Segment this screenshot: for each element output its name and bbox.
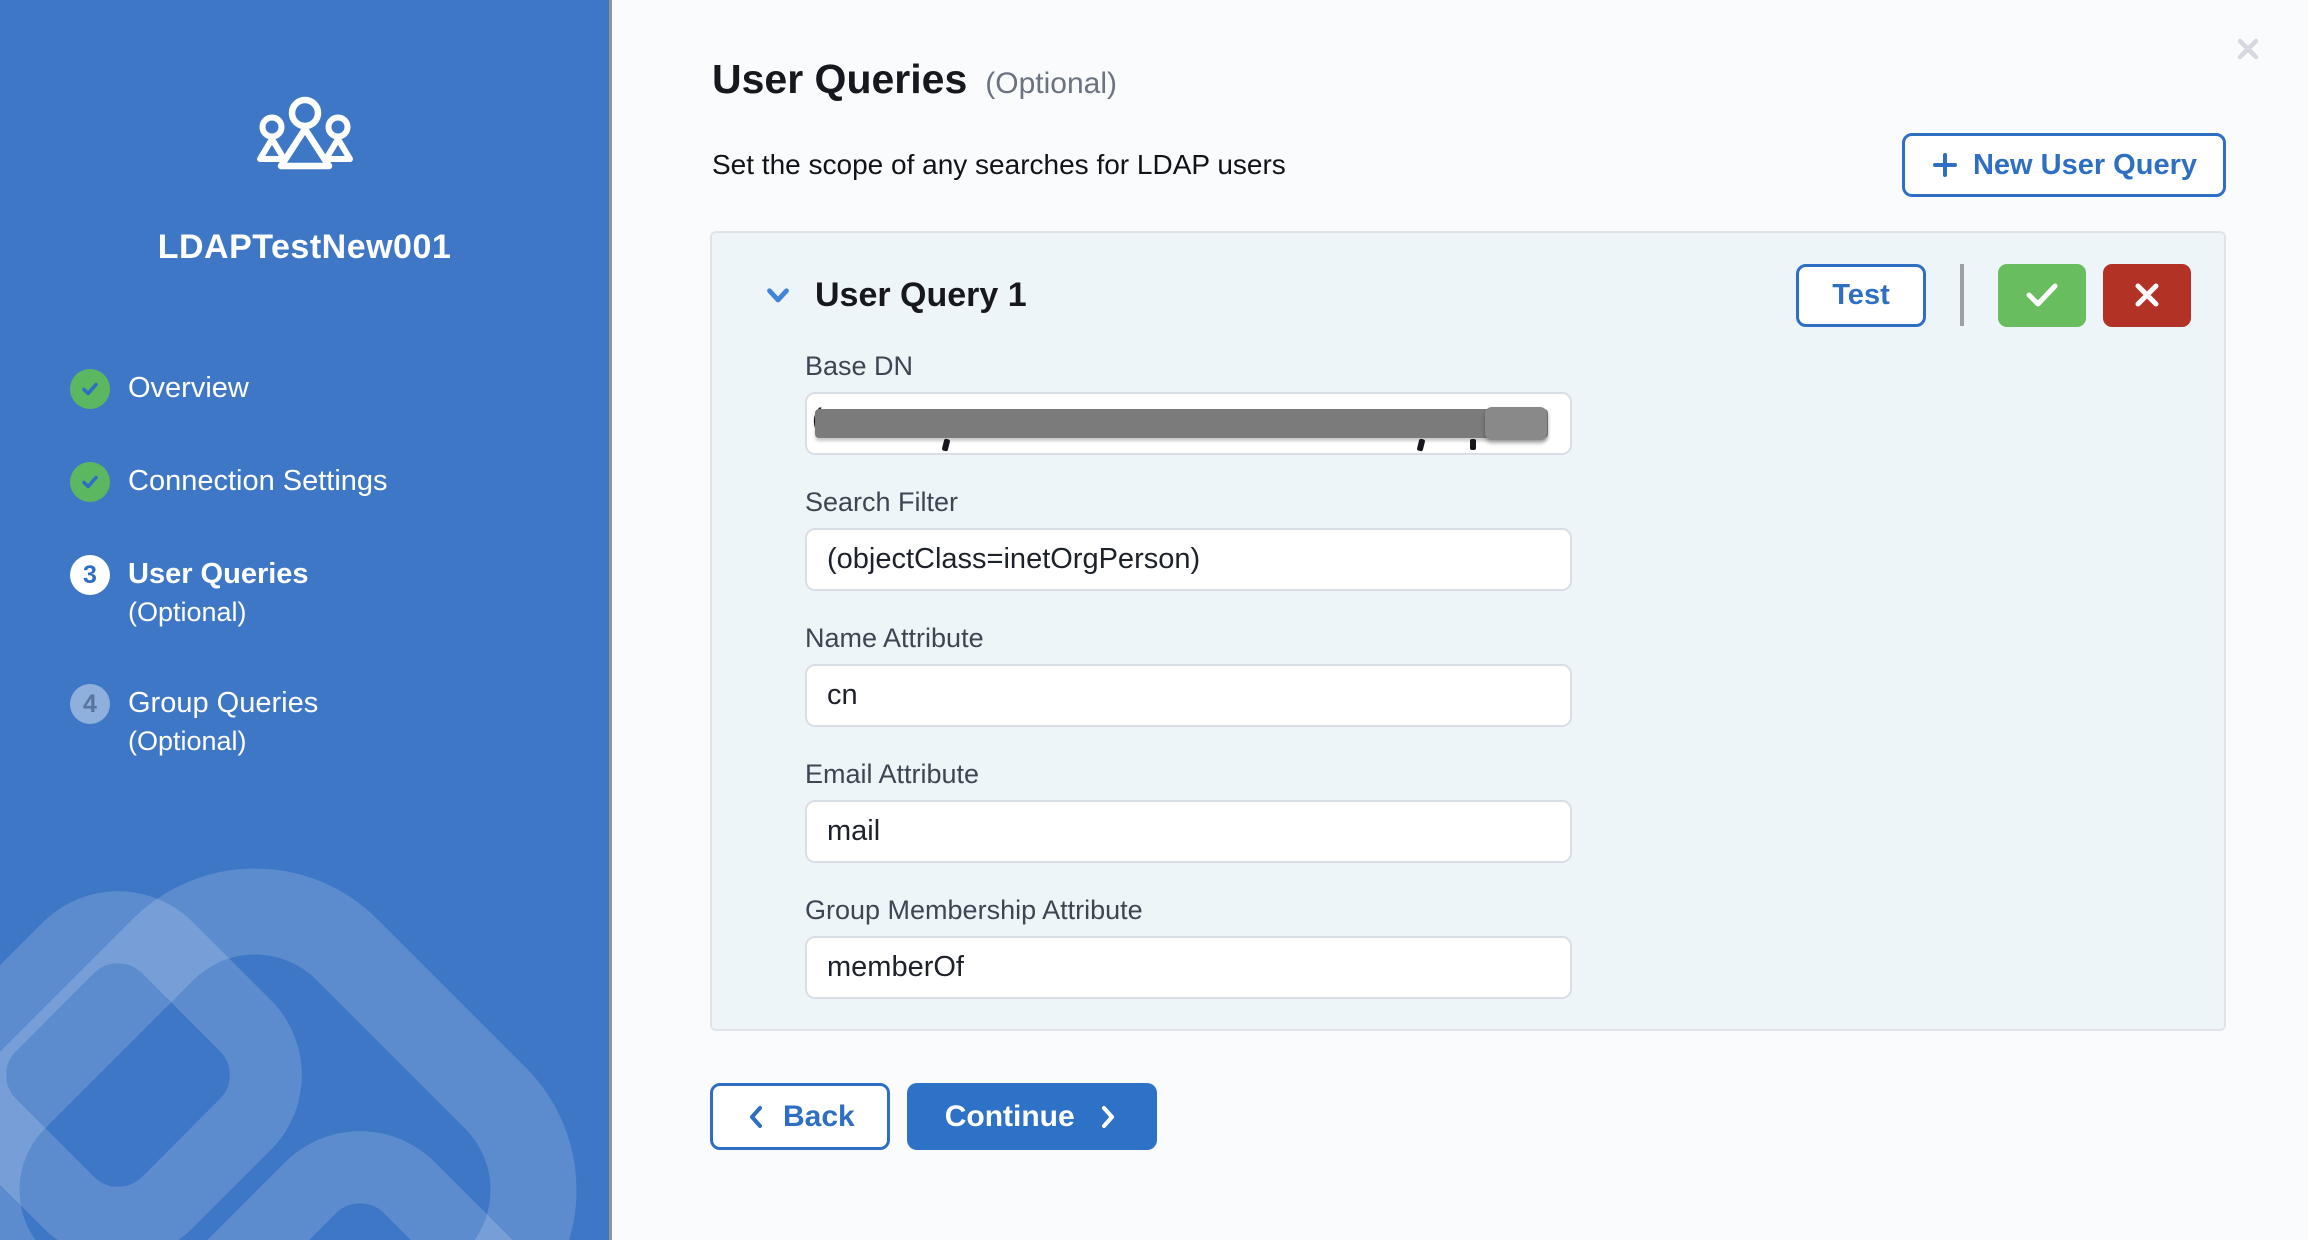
name-attribute-label: Name Attribute	[805, 623, 1572, 654]
close-icon	[2233, 34, 2263, 64]
user-query-title: User Query 1	[815, 276, 1027, 315]
chevron-right-icon	[1097, 1104, 1119, 1130]
step-sublabel: (Optional)	[128, 594, 309, 631]
delete-query-button[interactable]	[2103, 264, 2191, 327]
back-button[interactable]: Back	[710, 1083, 890, 1150]
wizard-sidebar: LDAPTestNew001 Overview Connection Setti…	[0, 0, 612, 1240]
check-icon	[2023, 280, 2061, 310]
brand-watermark	[0, 810, 612, 1240]
test-query-button[interactable]: Test	[1796, 264, 1926, 327]
step-sublabel: (Optional)	[128, 723, 318, 760]
step-label: Overview	[128, 368, 249, 408]
search-filter-input[interactable]	[805, 528, 1572, 591]
step-number-badge: 4	[70, 684, 110, 724]
email-attribute-input[interactable]	[805, 800, 1572, 863]
step-connection-settings[interactable]: Connection Settings	[70, 461, 388, 502]
close-button[interactable]	[2233, 34, 2263, 64]
user-query-card-header: User Query 1 Test	[757, 263, 2191, 327]
step-label: User Queries	[128, 554, 309, 594]
email-attribute-label: Email Attribute	[805, 759, 1572, 790]
continue-label: Continue	[945, 1100, 1075, 1134]
page-header: User Queries (Optional)	[712, 56, 2226, 103]
step-label: Group Queries	[128, 683, 318, 723]
new-user-query-button[interactable]: New User Query	[1902, 133, 2226, 197]
name-attribute-field: Name Attribute	[805, 623, 1572, 727]
continue-button[interactable]: Continue	[907, 1083, 1157, 1150]
group-membership-field: Group Membership Attribute	[805, 895, 1572, 999]
main-panel: User Queries (Optional) Set the scope of…	[615, 0, 2308, 1240]
step-complete-icon	[70, 462, 110, 502]
step-complete-icon	[70, 369, 110, 409]
step-group-queries[interactable]: 4 Group Queries (Optional)	[70, 683, 388, 760]
wizard-footer: Back Continue	[710, 1083, 2308, 1150]
confirm-query-button[interactable]	[1998, 264, 2086, 327]
ldap-wizard-modal: LDAPTestNew001 Overview Connection Setti…	[0, 0, 2308, 1240]
page-title: User Queries	[712, 56, 967, 103]
group-membership-input[interactable]	[805, 936, 1572, 999]
page-subtitle: Set the scope of any searches for LDAP u…	[712, 149, 1286, 181]
step-overview[interactable]: Overview	[70, 368, 388, 409]
group-membership-label: Group Membership Attribute	[805, 895, 1572, 926]
connection-name: LDAPTestNew001	[0, 228, 609, 267]
back-label: Back	[783, 1100, 855, 1134]
wizard-steps: Overview Connection Settings 3 User Quer…	[70, 368, 388, 812]
page-title-optional: (Optional)	[985, 67, 1117, 101]
step-number-badge: 3	[70, 555, 110, 595]
user-query-card: User Query 1 Test Base DN	[710, 231, 2226, 1031]
search-filter-field: Search Filter	[805, 487, 1572, 591]
chevron-down-icon	[761, 278, 795, 312]
search-filter-label: Search Filter	[805, 487, 1572, 518]
base-dn-field: Base DN (	[805, 351, 1572, 455]
chevron-left-icon	[745, 1104, 767, 1130]
email-attribute-field: Email Attribute	[805, 759, 1572, 863]
x-icon	[2132, 280, 2162, 310]
collapse-toggle[interactable]	[757, 274, 799, 316]
base-dn-label: Base DN	[805, 351, 1572, 382]
new-user-query-label: New User Query	[1973, 149, 2197, 182]
users-group-icon	[255, 96, 355, 176]
query-fields: Base DN ( Search Filter Name	[805, 351, 1572, 999]
header-divider	[1960, 264, 1964, 326]
name-attribute-input[interactable]	[805, 664, 1572, 727]
step-label: Connection Settings	[128, 461, 388, 501]
step-user-queries[interactable]: 3 User Queries (Optional)	[70, 554, 388, 631]
redaction-overlay	[815, 409, 1548, 438]
plus-icon	[1931, 151, 1959, 179]
